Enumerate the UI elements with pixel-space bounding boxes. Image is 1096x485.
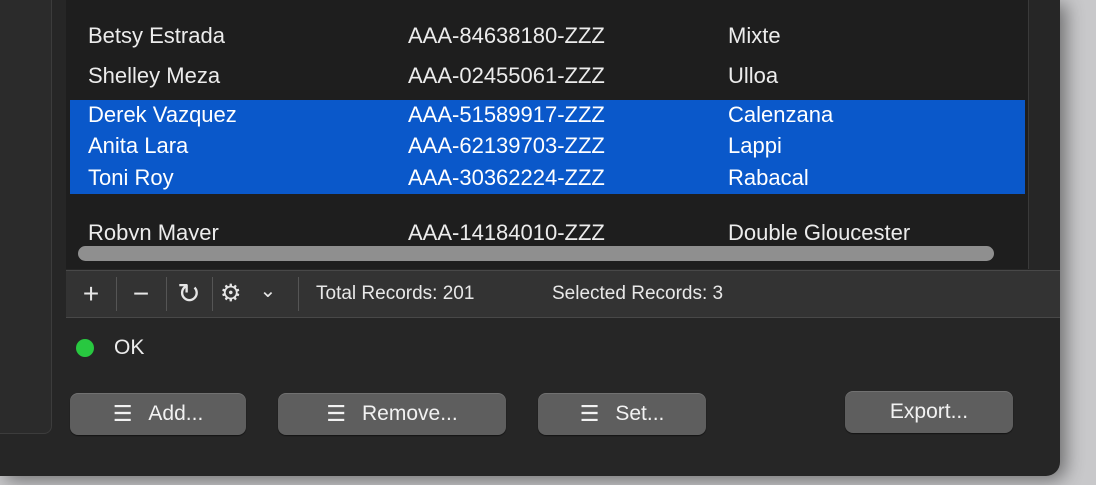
name-cell: Derek Vazquez	[88, 102, 237, 127]
minus-icon: −	[132, 278, 150, 309]
set-button-label: Set...	[615, 402, 665, 425]
table-toolbar: + − ↻ ⚙ ⌄ Total Records: 201 Selected Re…	[66, 270, 1060, 318]
list-icon: ☰	[112, 401, 133, 426]
set-button[interactable]: ☰ Set...	[538, 393, 706, 435]
status-text: OK	[114, 336, 145, 359]
add-row-button[interactable]: +	[68, 273, 114, 315]
add-button[interactable]: ☰ Add...	[70, 393, 246, 435]
settings-menu-button[interactable]: ⚙ ⌄	[212, 273, 298, 315]
id-cell: AAA-62139703-ZZZ	[408, 133, 605, 158]
name-cell: Toni Roy	[88, 165, 174, 190]
city-cell: Double Gloucester	[728, 220, 911, 240]
table-row[interactable]: Betsy Estrada AAA-84638180-ZZZ Mixte	[70, 21, 1025, 51]
remove-button[interactable]: ☰ Remove...	[278, 393, 506, 435]
list-icon: ☰	[579, 401, 600, 426]
table-row-selected[interactable]: Anita Lara AAA-62139703-ZZZ Lappi	[70, 130, 1025, 162]
export-button-label: Export...	[889, 400, 969, 423]
list-icon: ☰	[326, 401, 347, 426]
city-cell: Ulloa	[728, 63, 779, 88]
gear-icon: ⚙	[220, 280, 242, 307]
id-cell: AAA-02455061-ZZZ	[408, 63, 605, 88]
city-cell: Mixte	[728, 23, 781, 48]
status-dot-icon	[76, 339, 94, 357]
name-cell: Betsy Estrada	[88, 23, 225, 48]
remove-row-button[interactable]: −	[118, 273, 164, 315]
toolbar-divider	[116, 277, 117, 311]
main-window: Betsy Estrada AAA-84638180-ZZZ Mixte She…	[0, 0, 1060, 476]
name-cell: Anita Lara	[88, 133, 189, 158]
records-table[interactable]: Betsy Estrada AAA-84638180-ZZZ Mixte She…	[66, 0, 1029, 269]
table-row-selected[interactable]: Derek Vazquez AAA-51589917-ZZZ Calenzana	[70, 100, 1025, 130]
table-row-selected[interactable]: Toni Roy AAA-30362224-ZZZ Rabacal	[70, 162, 1025, 194]
table-row[interactable]: Robyn Mayer AAA-14184010-ZZZ Double Glou…	[70, 218, 1025, 240]
status-indicator: OK	[76, 333, 144, 363]
selected-records-label: Selected Records: 3	[552, 283, 724, 304]
city-cell: Calenzana	[728, 102, 834, 127]
name-cell: Robyn Mayer	[88, 220, 219, 240]
id-cell: AAA-84638180-ZZZ	[408, 23, 605, 48]
remove-button-label: Remove...	[362, 402, 458, 425]
chevron-down-icon: ⌄	[259, 280, 277, 302]
id-cell: AAA-14184010-ZZZ	[408, 220, 605, 240]
refresh-button[interactable]: ↻	[166, 273, 212, 315]
toolbar-divider	[298, 277, 299, 311]
plus-icon: +	[82, 278, 100, 309]
add-button-label: Add...	[148, 402, 204, 425]
city-cell: Rabacal	[728, 165, 809, 190]
table-row[interactable]: Shelley Meza AAA-02455061-ZZZ Ulloa	[70, 61, 1025, 91]
id-cell: AAA-51589917-ZZZ	[408, 102, 605, 127]
export-button[interactable]: Export...	[845, 391, 1013, 433]
refresh-icon: ↻	[177, 278, 201, 309]
total-records-label: Total Records: 201	[316, 283, 475, 304]
city-cell: Lappi	[728, 133, 782, 158]
id-cell: AAA-30362224-ZZZ	[408, 165, 605, 190]
horizontal-scrollbar[interactable]	[78, 246, 994, 261]
name-cell: Shelley Meza	[88, 63, 221, 88]
left-panel	[0, 0, 52, 434]
